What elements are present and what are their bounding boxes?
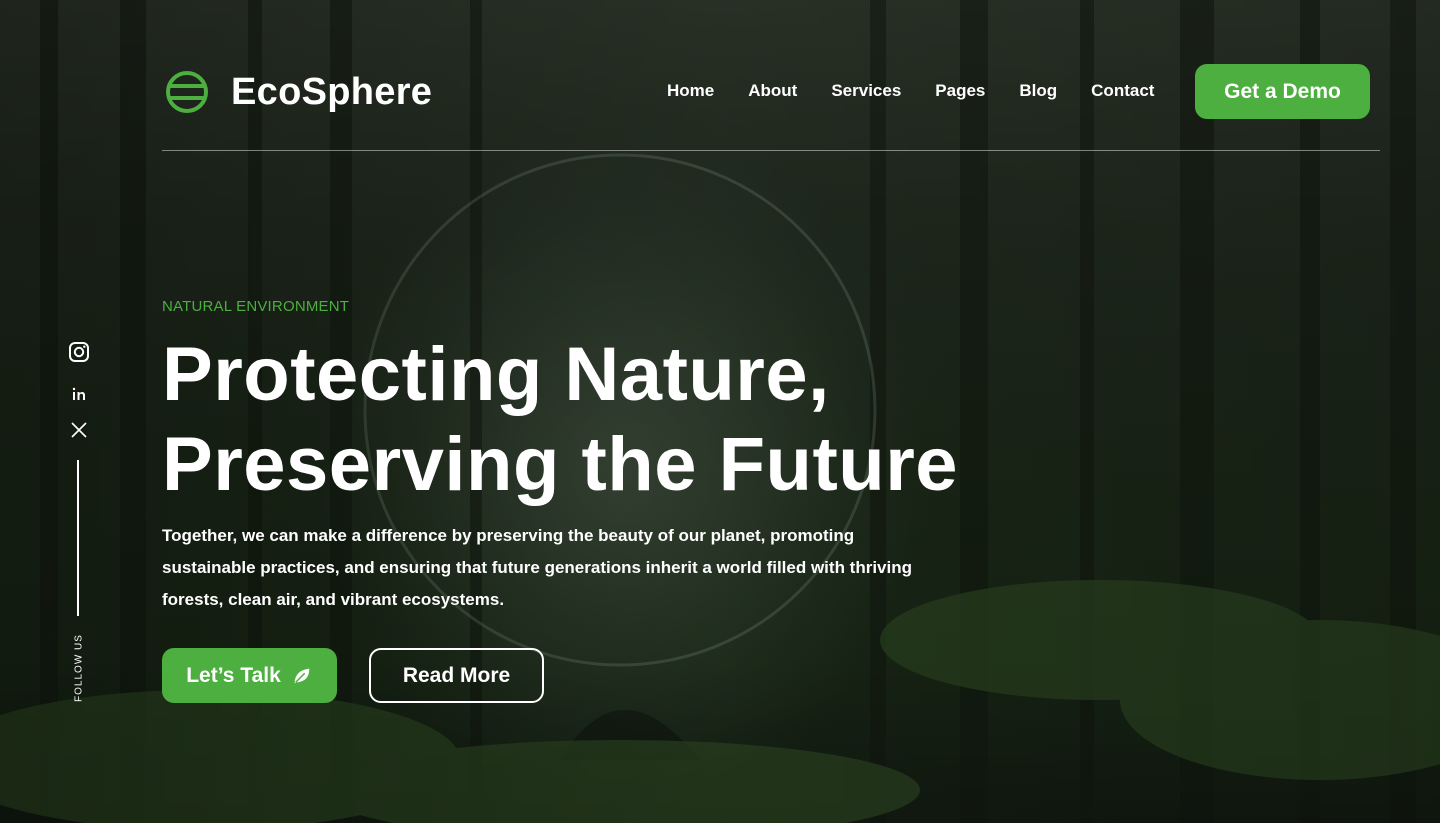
lets-talk-button[interactable]: Let’s Talk <box>162 648 337 703</box>
main-nav: Home About Services Pages Blog Contact <box>667 80 1188 102</box>
hero-title: Protecting Nature, Preserving the Future <box>162 330 958 510</box>
linkedin-icon[interactable] <box>67 382 91 406</box>
logo[interactable]: EcoSphere <box>165 70 432 114</box>
instagram-icon[interactable] <box>67 340 91 364</box>
read-more-button[interactable]: Read More <box>369 648 544 703</box>
nav-home[interactable]: Home <box>667 80 714 102</box>
hero-description: Together, we can make a difference by pr… <box>162 526 913 609</box>
hero-title-line-1: Protecting Nature, <box>162 332 830 417</box>
hero-title-line-2: Preserving the Future <box>162 422 959 507</box>
lets-talk-label: Let’s Talk <box>186 663 281 687</box>
follow-us-label: FOLLOW US <box>73 634 85 702</box>
site-header: EcoSphere Home About Services Pages Blog… <box>162 0 1380 151</box>
nav-pages[interactable]: Pages <box>935 80 985 102</box>
nav-about[interactable]: About <box>748 80 797 102</box>
globe-logo-icon <box>166 71 208 113</box>
social-links <box>66 340 92 454</box>
nav-services[interactable]: Services <box>831 80 901 102</box>
get-demo-button[interactable]: Get a Demo <box>1195 64 1370 119</box>
hero-eyebrow: NATURAL ENVIRONMENT <box>162 298 350 315</box>
nav-contact[interactable]: Contact <box>1091 80 1154 102</box>
leaf-icon <box>294 668 310 683</box>
hero-section: EcoSphere Home About Services Pages Blog… <box>0 0 1440 823</box>
brand-name: EcoSphere <box>231 71 433 113</box>
follow-divider <box>77 460 79 616</box>
x-icon[interactable] <box>67 418 91 442</box>
nav-blog[interactable]: Blog <box>1019 80 1057 102</box>
